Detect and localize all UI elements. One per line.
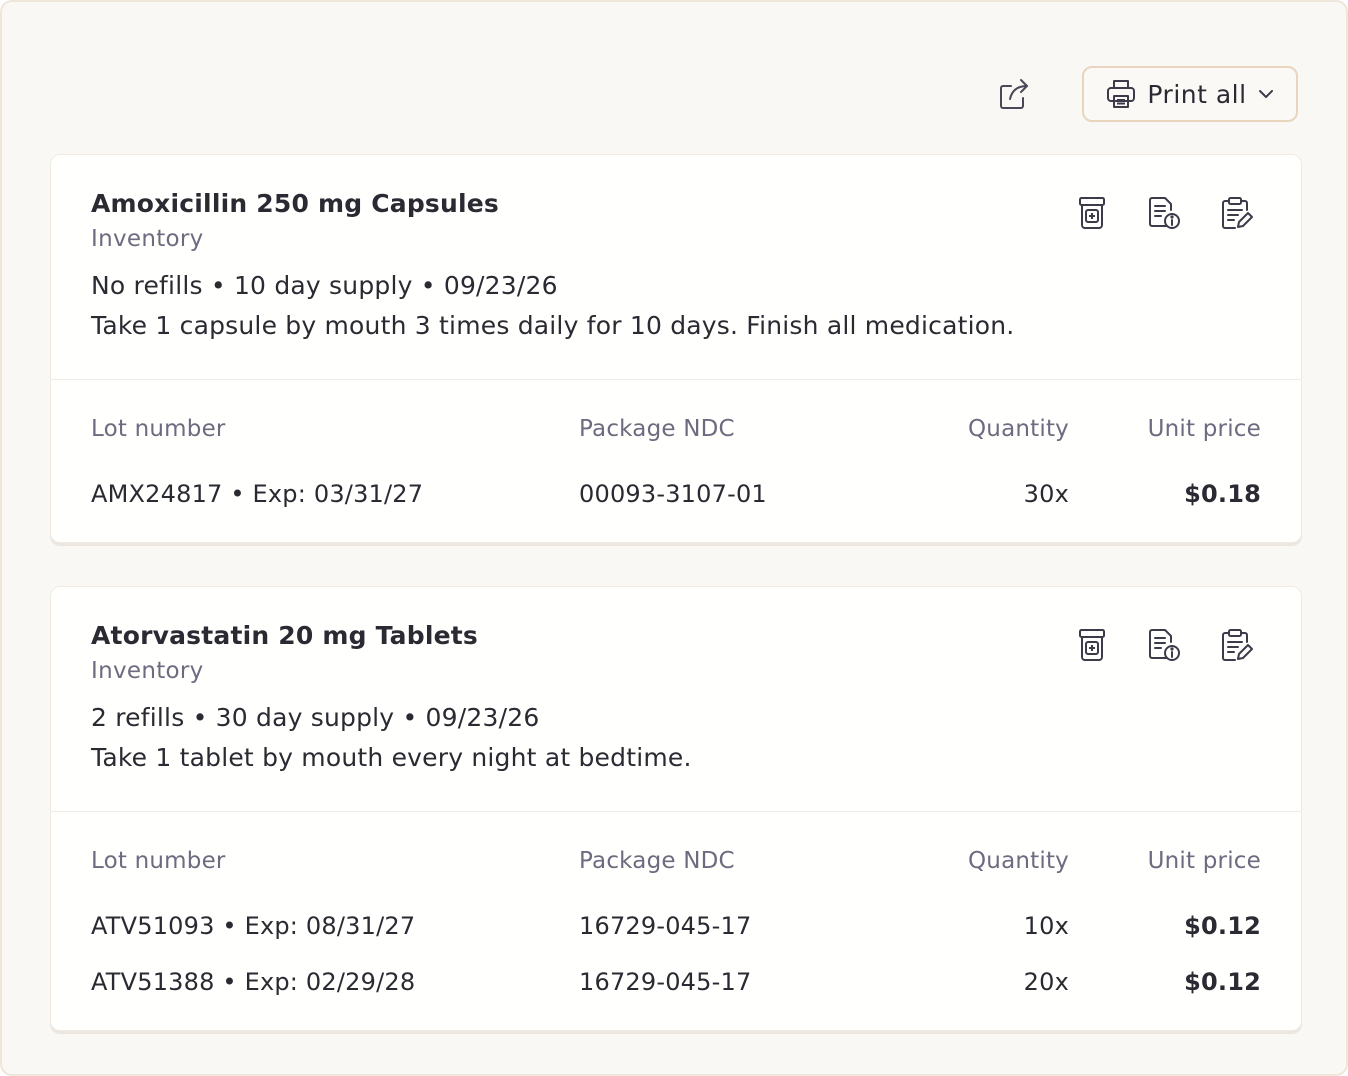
prescription-card: Amoxicillin 250 mg Capsules Inventory No… <box>50 154 1302 543</box>
document-info-icon <box>1149 197 1180 229</box>
card-actions <box>1075 195 1253 231</box>
card-actions <box>1075 627 1253 663</box>
quantity: 10x <box>1023 912 1069 940</box>
prescriptions-panel: Print all Amoxicillin 250 mg Capsules In… <box>0 0 1348 1076</box>
directions-text: Take 1 tablet by mouth every night at be… <box>91 743 692 772</box>
column-package-ndc: Package NDC <box>579 848 735 874</box>
clipboard-edit-icon <box>1222 629 1253 661</box>
print-all-label: Print all <box>1147 79 1247 109</box>
refill-summary: 2 refills • 30 day supply • 09/23/26 <box>91 703 540 732</box>
chevron-down-icon <box>1258 90 1273 98</box>
lot-table-header: Lot number Package NDC Quantity Unit pri… <box>91 410 1261 448</box>
pill-bottle-button[interactable] <box>1075 195 1109 231</box>
unit-price: $0.18 <box>1184 480 1261 508</box>
document-info-button[interactable] <box>1147 627 1181 663</box>
prescription-card: Atorvastatin 20 mg Tablets Inventory 2 r… <box>50 586 1302 1031</box>
lot-row: AMX24817 • Exp: 03/31/27 00093-3107-01 3… <box>91 466 1261 522</box>
directions-text: Take 1 capsule by mouth 3 times daily fo… <box>91 311 1015 340</box>
pill-bottle-icon <box>1079 629 1105 661</box>
column-quantity: Quantity <box>968 848 1069 874</box>
unit-price: $0.12 <box>1184 968 1261 996</box>
clipboard-edit-icon <box>1222 197 1253 229</box>
quantity: 30x <box>1023 480 1069 508</box>
column-lot-number: Lot number <box>91 848 226 874</box>
lot-number: AMX24817 • Exp: 03/31/27 <box>91 480 424 508</box>
column-quantity: Quantity <box>968 416 1069 442</box>
lot-table-header: Lot number Package NDC Quantity Unit pri… <box>91 842 1261 880</box>
quantity: 20x <box>1023 968 1069 996</box>
clipboard-edit-button[interactable] <box>1219 195 1253 231</box>
prescription-header: Atorvastatin 20 mg Tablets Inventory 2 r… <box>51 587 1301 812</box>
column-lot-number: Lot number <box>91 416 226 442</box>
column-package-ndc: Package NDC <box>579 416 735 442</box>
prescription-header: Amoxicillin 250 mg Capsules Inventory No… <box>51 155 1301 380</box>
clipboard-edit-button[interactable] <box>1219 627 1253 663</box>
package-ndc: 16729-045-17 <box>579 968 752 996</box>
unit-price: $0.12 <box>1184 912 1261 940</box>
document-info-button[interactable] <box>1147 195 1181 231</box>
pill-bottle-icon <box>1079 197 1105 229</box>
lot-row: ATV51093 • Exp: 08/31/27 16729-045-17 10… <box>91 898 1261 954</box>
lot-number: ATV51093 • Exp: 08/31/27 <box>91 912 416 940</box>
toolbar: Print all <box>996 66 1298 122</box>
column-unit-price: Unit price <box>1147 848 1261 874</box>
document-info-icon <box>1149 629 1180 661</box>
lot-row: ATV51388 • Exp: 02/29/28 16729-045-17 20… <box>91 954 1261 1010</box>
pill-bottle-button[interactable] <box>1075 627 1109 663</box>
column-unit-price: Unit price <box>1147 416 1261 442</box>
lot-number: ATV51388 • Exp: 02/29/28 <box>91 968 416 996</box>
print-all-button[interactable]: Print all <box>1082 66 1298 122</box>
lot-table: Lot number Package NDC Quantity Unit pri… <box>51 380 1301 542</box>
package-ndc: 16729-045-17 <box>579 912 752 940</box>
lot-table: Lot number Package NDC Quantity Unit pri… <box>51 812 1301 1030</box>
share-icon <box>1000 79 1028 109</box>
share-button[interactable] <box>996 76 1032 112</box>
package-ndc: 00093-3107-01 <box>579 480 767 508</box>
printer-icon <box>1107 80 1136 108</box>
refill-summary: No refills • 10 day supply • 09/23/26 <box>91 271 558 300</box>
